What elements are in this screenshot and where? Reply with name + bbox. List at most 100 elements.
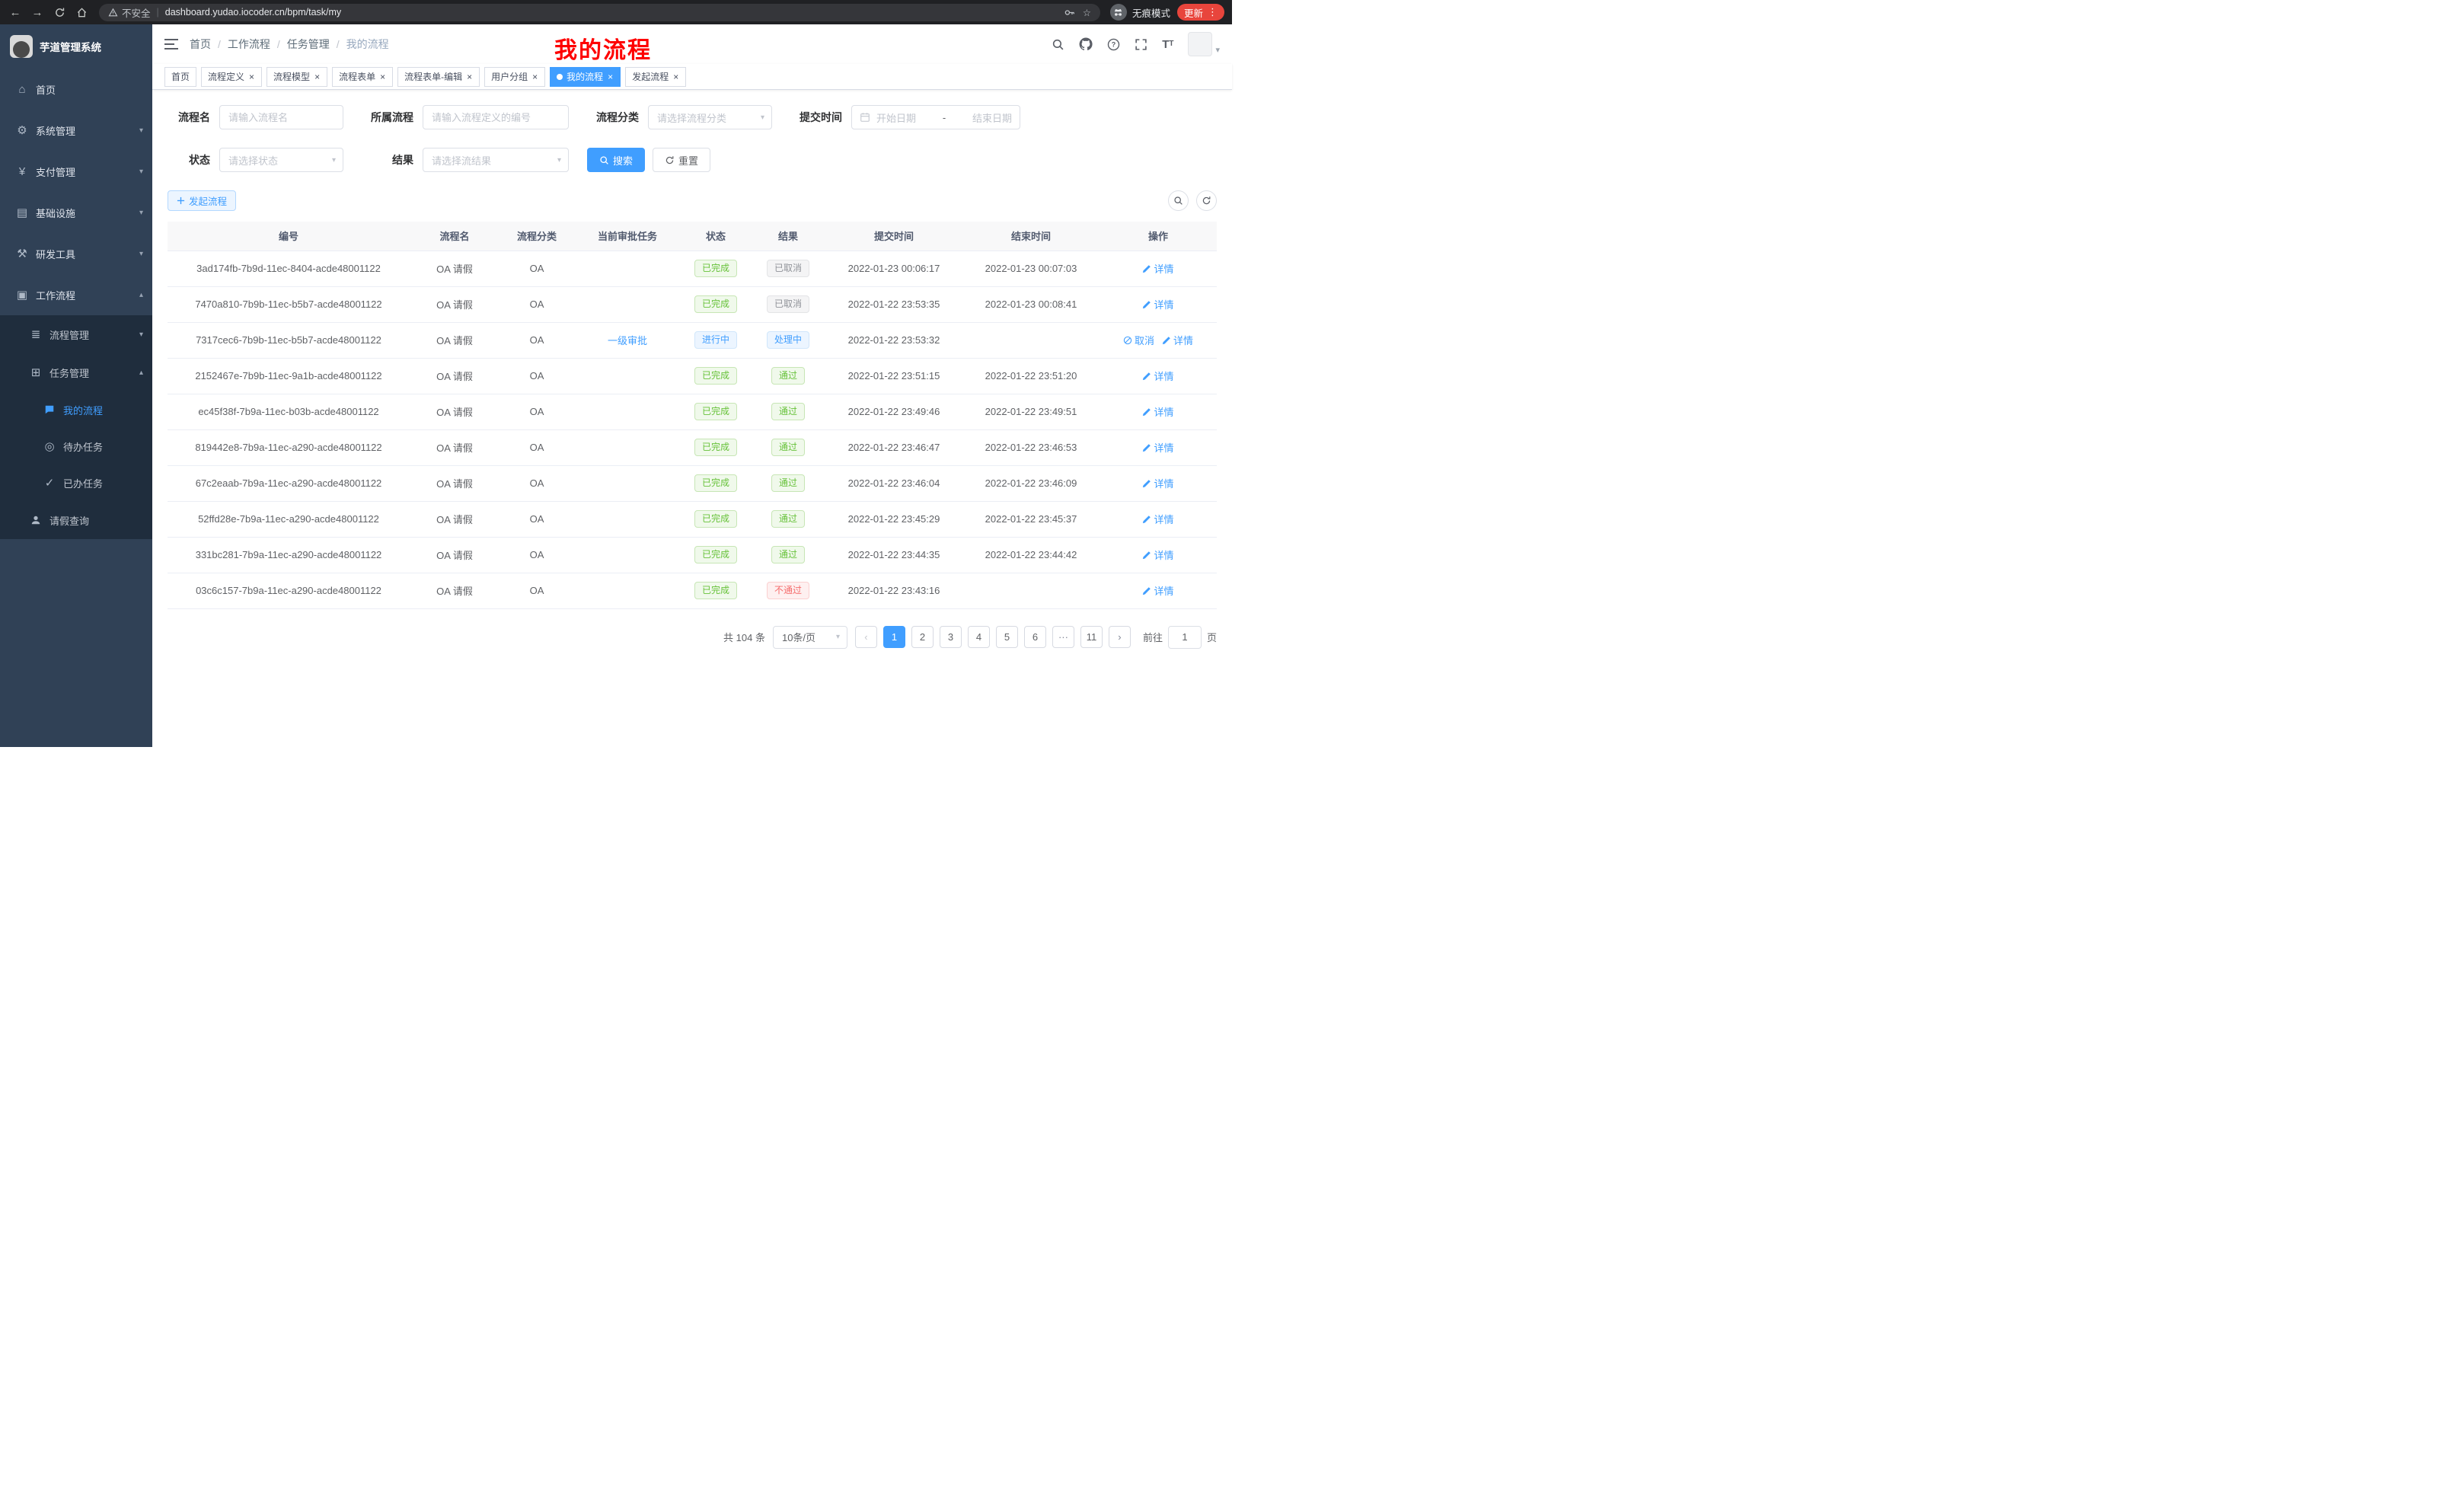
fullscreen-icon[interactable]	[1135, 38, 1147, 51]
page-button-3[interactable]: 3	[940, 626, 962, 648]
owner-process-input[interactable]	[423, 105, 569, 129]
category-select[interactable]: 请选择流程分类 ▾	[648, 105, 772, 129]
breadcrumb-task-mgmt[interactable]: 任务管理	[287, 37, 330, 52]
detail-link[interactable]: 详情	[1142, 404, 1173, 419]
search-button[interactable]: 搜索	[587, 148, 645, 172]
security-warning[interactable]: 不安全	[108, 5, 151, 20]
detail-link[interactable]: 详情	[1142, 476, 1173, 490]
prev-page-button[interactable]: ‹	[855, 626, 877, 648]
page-button-2[interactable]: 2	[911, 626, 934, 648]
sidebar-item-todo-tasks[interactable]: ◎待办任务	[0, 428, 152, 464]
tab-label: 用户分组	[491, 70, 528, 83]
page-button-1[interactable]: 1	[883, 626, 905, 648]
process-name-input[interactable]	[219, 105, 343, 129]
cell-status: 进行中	[681, 322, 751, 358]
forward-icon[interactable]: →	[30, 5, 45, 20]
cell-current-task	[574, 251, 681, 286]
page-button-6[interactable]: 6	[1024, 626, 1046, 648]
home-icon[interactable]	[74, 5, 89, 20]
detail-link[interactable]: 详情	[1142, 261, 1173, 276]
cell-current-task	[574, 286, 681, 322]
detail-link[interactable]: 详情	[1142, 512, 1173, 526]
font-size-icon[interactable]: TT	[1162, 39, 1173, 50]
breadcrumb-home[interactable]: 首页	[190, 37, 211, 52]
sidebar-item-my-process[interactable]: 我的流程	[0, 391, 152, 428]
page-size-select[interactable]: 10条/页 ▾	[773, 626, 847, 649]
chrome-update-button[interactable]: 更新 ⋮	[1177, 4, 1224, 21]
detail-link[interactable]: 详情	[1162, 333, 1193, 347]
github-icon[interactable]	[1079, 37, 1093, 51]
cell-category: OA	[500, 429, 574, 465]
close-icon[interactable]: ×	[672, 72, 679, 82]
plus-icon	[177, 196, 185, 205]
sidebar-item-payment-mgmt[interactable]: ¥支付管理▾	[0, 151, 152, 192]
tab-start-process[interactable]: 发起流程×	[625, 67, 686, 87]
current-task-link[interactable]: 一级审批	[608, 333, 647, 347]
tab-user-group[interactable]: 用户分组×	[484, 67, 545, 87]
help-icon[interactable]: ?	[1107, 38, 1120, 51]
start-process-button[interactable]: 发起流程	[168, 190, 236, 211]
tab-process-form[interactable]: 流程表单×	[332, 67, 393, 87]
submit-time-range-picker[interactable]: 开始日期 - 结束日期	[851, 105, 1020, 129]
reload-icon[interactable]	[52, 5, 67, 20]
breadcrumb-workflow[interactable]: 工作流程	[228, 37, 270, 52]
result-select[interactable]: 请选择流结果 ▾	[423, 148, 569, 172]
tab-my-process[interactable]: 我的流程×	[550, 67, 621, 87]
col-result: 结果	[751, 222, 825, 251]
tab-home[interactable]: 首页	[164, 67, 196, 87]
status-select[interactable]: 请选择状态 ▾	[219, 148, 343, 172]
sidebar-item-workflow[interactable]: ▣工作流程▴	[0, 274, 152, 315]
search-icon[interactable]	[1052, 38, 1064, 51]
tab-process-definition[interactable]: 流程定义×	[201, 67, 262, 87]
chevron-down-icon: ▾	[139, 168, 143, 176]
sidebar-item-home[interactable]: ⌂首页	[0, 69, 152, 110]
table-row: 7317cec6-7b9b-11ec-b5b7-acde48001122OA 请…	[168, 322, 1217, 358]
sidebar-item-leave-query[interactable]: 请假查询	[0, 501, 152, 539]
close-icon[interactable]: ×	[314, 72, 321, 82]
incognito-indicator[interactable]: 无痕模式	[1110, 4, 1170, 21]
cell-id: 7470a810-7b9b-11ec-b5b7-acde48001122	[168, 286, 410, 322]
close-icon[interactable]: ×	[248, 72, 255, 82]
sidebar-item-process-mgmt[interactable]: ≣流程管理▾	[0, 315, 152, 353]
bookmark-star-icon[interactable]: ☆	[1083, 7, 1091, 18]
success-tag: 通过	[771, 474, 805, 492]
app-logo[interactable]: 芋道管理系统	[0, 24, 152, 69]
page-button-5[interactable]: 5	[996, 626, 1018, 648]
password-key-icon[interactable]	[1064, 7, 1075, 18]
kebab-menu-icon[interactable]: ⋮	[1208, 6, 1218, 18]
hamburger-icon[interactable]	[164, 38, 178, 50]
sidebar-item-dev-tools[interactable]: ⚒研发工具▾	[0, 233, 152, 274]
detail-link[interactable]: 详情	[1142, 583, 1173, 598]
sidebar-item-done-tasks[interactable]: ✓已办任务	[0, 464, 152, 501]
sidebar-item-infrastructure[interactable]: ▤基础设施▾	[0, 192, 152, 233]
page-button-11[interactable]: 11	[1080, 626, 1103, 648]
detail-link[interactable]: 详情	[1142, 369, 1173, 383]
refresh-table-button[interactable]	[1196, 190, 1217, 211]
more-pages-button[interactable]: ···	[1052, 626, 1074, 648]
success-tag: 通过	[771, 367, 805, 385]
close-icon[interactable]: ×	[379, 72, 386, 82]
success-tag: 通过	[771, 546, 805, 563]
user-menu[interactable]: ▾	[1188, 32, 1220, 56]
url-text[interactable]: dashboard.yudao.iocoder.cn/bpm/task/my	[165, 7, 1058, 18]
cancel-link[interactable]: 取消	[1123, 333, 1154, 347]
page-button-4[interactable]: 4	[968, 626, 990, 648]
detail-link[interactable]: 详情	[1142, 297, 1173, 311]
back-icon[interactable]: ←	[8, 5, 23, 20]
show-search-button[interactable]	[1168, 190, 1189, 211]
reset-button[interactable]: 重置	[653, 148, 710, 172]
close-icon[interactable]: ×	[466, 72, 473, 82]
sidebar-item-system-mgmt[interactable]: ⚙系统管理▾	[0, 110, 152, 151]
close-icon[interactable]: ×	[531, 72, 538, 82]
close-icon[interactable]: ×	[607, 72, 614, 82]
tab-process-form-edit[interactable]: 流程表单-编辑×	[397, 67, 480, 87]
detail-link[interactable]: 详情	[1142, 547, 1173, 562]
sidebar-item-task-mgmt[interactable]: ⊞任务管理▴	[0, 353, 152, 391]
detail-link[interactable]: 详情	[1142, 440, 1173, 455]
cell-actions: 详情	[1100, 537, 1217, 573]
cell-actions: 取消详情	[1100, 322, 1217, 358]
tab-process-model[interactable]: 流程模型×	[267, 67, 327, 87]
goto-page-input[interactable]	[1168, 626, 1202, 649]
address-bar[interactable]: 不安全 | dashboard.yudao.iocoder.cn/bpm/tas…	[99, 4, 1100, 21]
next-page-button[interactable]: ›	[1109, 626, 1131, 648]
